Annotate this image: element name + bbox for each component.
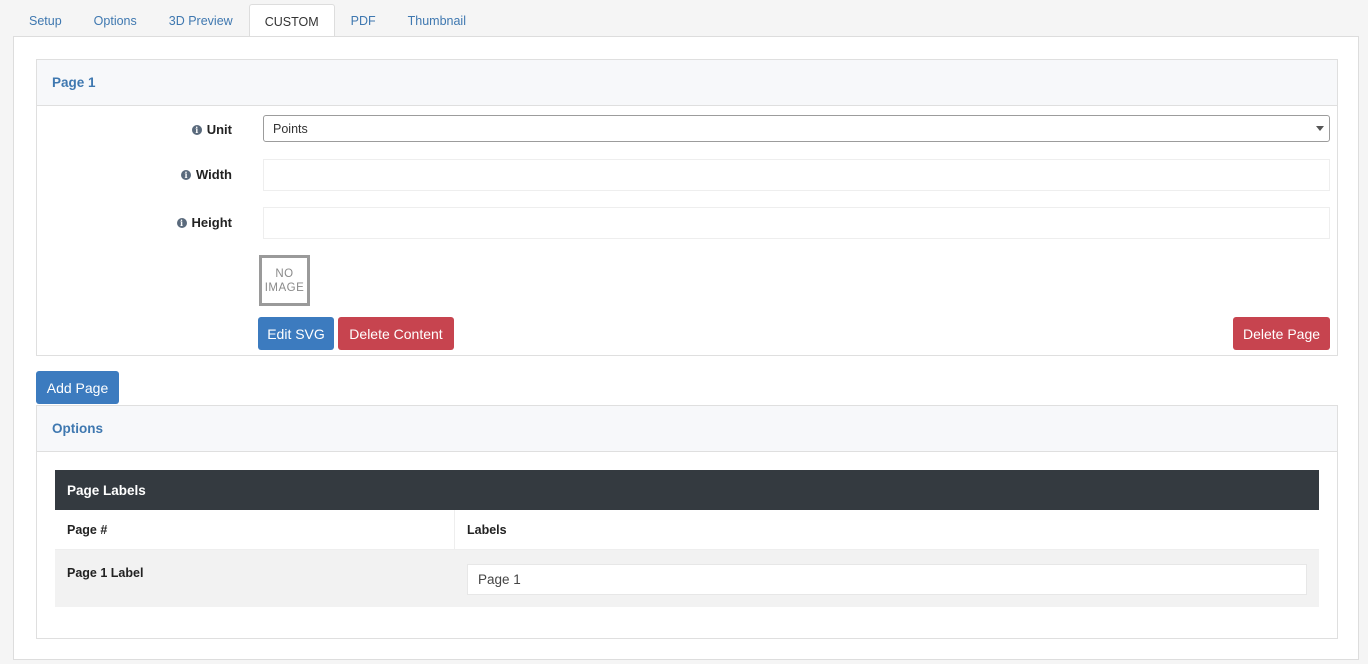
options-card-title: Options <box>37 406 1337 452</box>
width-label-text: Width <box>196 167 232 182</box>
table-row: Page 1 Label Page 1 <box>55 550 1319 607</box>
tab-custom[interactable]: CUSTOM <box>248 4 335 38</box>
caret-down-icon <box>1316 126 1324 131</box>
page-labels-header: Page Labels <box>55 470 1319 510</box>
tab-setup[interactable]: Setup <box>13 3 78 37</box>
tab-pdf[interactable]: PDF <box>335 3 392 37</box>
tab-content-panel: Page 1 i Unit Points i Width i Height NO… <box>13 36 1359 660</box>
page-label-input[interactable]: Page 1 <box>467 564 1307 595</box>
page-card: Page 1 i Unit Points i Width i Height NO… <box>36 59 1338 356</box>
tab-3d-preview[interactable]: 3D Preview <box>153 3 249 37</box>
width-input[interactable] <box>263 159 1330 191</box>
unit-select[interactable]: Points <box>263 115 1330 142</box>
column-header-page: Page # <box>55 510 455 549</box>
info-icon[interactable]: i <box>191 124 202 135</box>
unit-label: i Unit <box>191 122 232 137</box>
no-image-text: NO IMAGE <box>264 267 305 294</box>
unit-select-value: Points <box>273 121 308 136</box>
column-header-labels: Labels <box>467 522 507 537</box>
delete-page-button[interactable]: Delete Page <box>1233 317 1330 350</box>
tab-thumbnail[interactable]: Thumbnail <box>392 3 482 37</box>
no-image-placeholder: NO IMAGE <box>259 255 310 306</box>
page-card-title: Page 1 <box>37 60 1337 106</box>
info-icon[interactable]: i <box>176 217 187 228</box>
height-label-text: Height <box>191 215 232 230</box>
add-page-button[interactable]: Add Page <box>36 371 119 404</box>
tab-options[interactable]: Options <box>78 3 153 37</box>
info-icon[interactable]: i <box>181 169 192 180</box>
height-input[interactable] <box>263 207 1330 239</box>
page-label-name: Page 1 Label <box>67 566 144 580</box>
width-label: i Width <box>181 167 232 182</box>
tab-bar: Setup Options 3D Preview CUSTOM PDF Thum… <box>13 3 482 38</box>
unit-label-text: Unit <box>206 122 232 137</box>
delete-content-button[interactable]: Delete Content <box>338 317 454 350</box>
options-card: Options Page Labels Page # Labels Page 1… <box>36 405 1338 639</box>
table-header-row: Page # Labels <box>55 510 1319 550</box>
edit-svg-button[interactable]: Edit SVG <box>258 317 334 350</box>
height-label: i Height <box>176 215 232 230</box>
